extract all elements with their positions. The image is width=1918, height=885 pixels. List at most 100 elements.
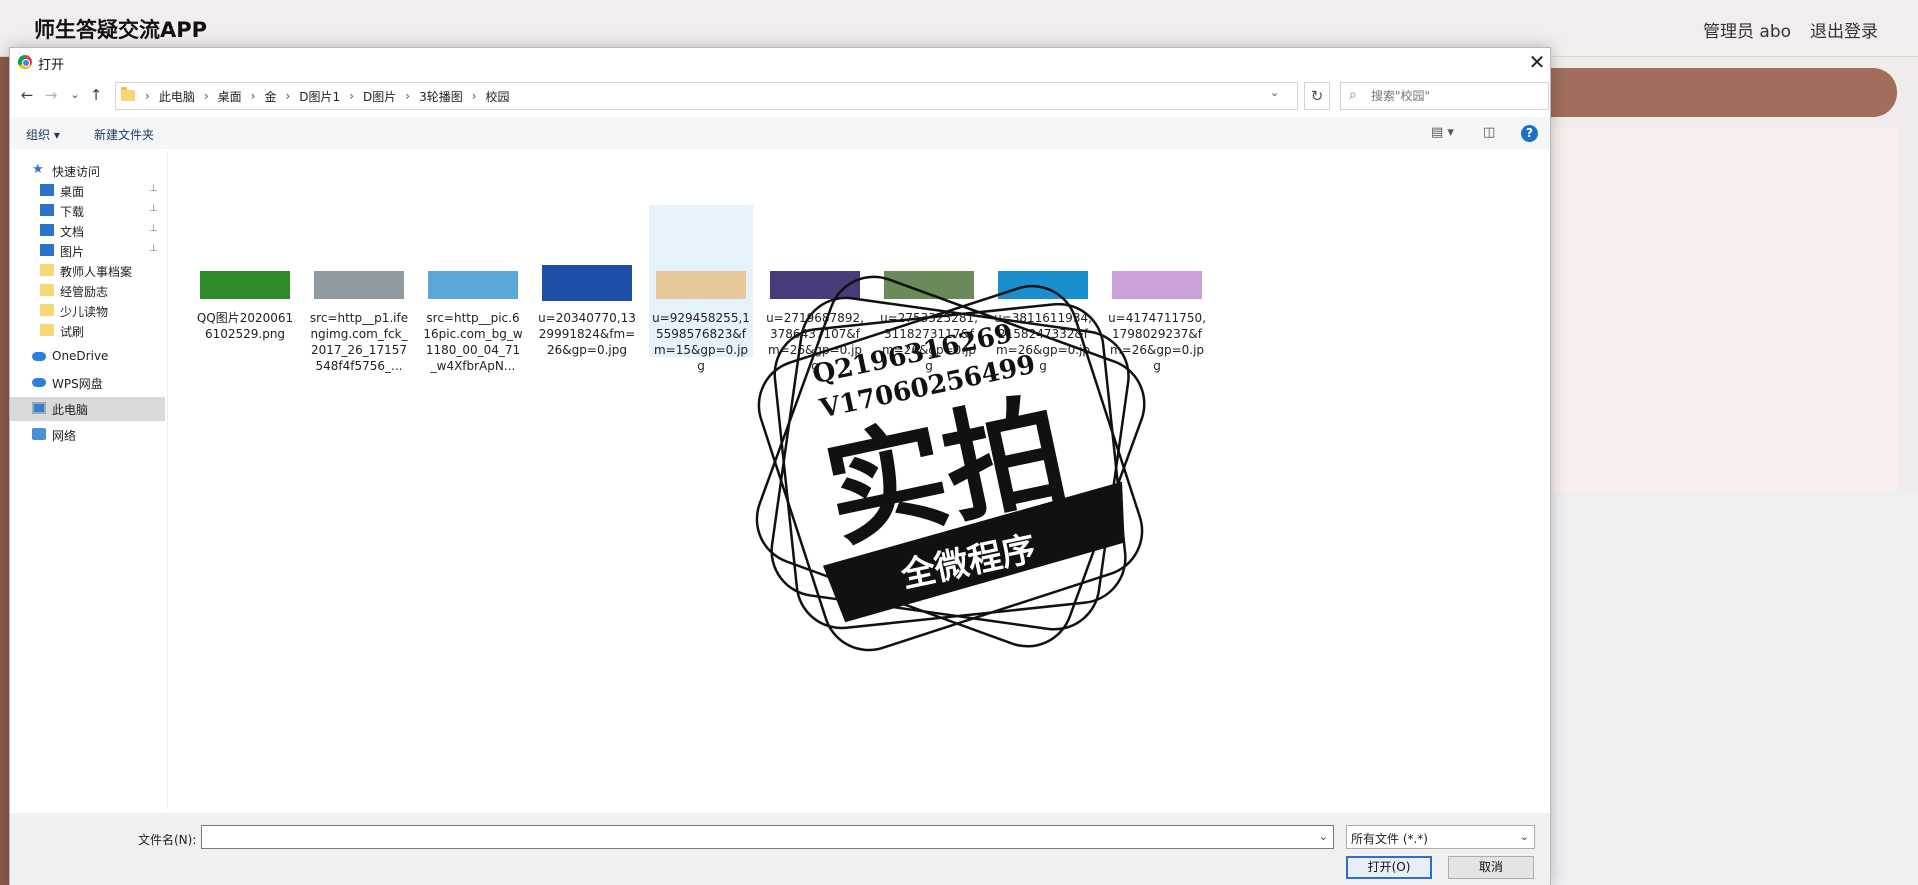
computer-icon — [32, 402, 46, 414]
pane-divider[interactable] — [167, 151, 168, 809]
file-thumbnail — [1112, 271, 1202, 299]
search-icon: ⌕ — [1349, 87, 1357, 103]
breadcrumb-separator[interactable]: › — [285, 89, 290, 103]
search-input[interactable] — [1371, 87, 1541, 105]
app-banner — [1500, 68, 1897, 117]
sidebar-item-label: 快速访问 — [52, 165, 101, 179]
dialog-title: 打开 — [38, 58, 65, 73]
download-icon — [40, 204, 54, 216]
sidebar-item[interactable]: 此电脑 — [10, 397, 165, 421]
close-icon[interactable]: ✕ — [1526, 51, 1548, 73]
sidebar-item-label: 文档 — [60, 225, 85, 239]
search-box[interactable]: ⌕ — [1340, 82, 1549, 110]
file-thumbnail — [998, 271, 1088, 299]
command-bar: 组织 ▾ 新建文件夹 ▤ ▾ ◫ ? — [10, 117, 1550, 149]
sidebar-item-label: 下载 — [60, 205, 85, 219]
file-item[interactable]: u=2719687892,3786437107&fm=26&gp=0.jpg — [763, 205, 867, 373]
breadcrumb-item[interactable]: D图片 — [363, 88, 396, 105]
file-thumbnail — [770, 271, 860, 299]
folder-icon — [40, 284, 54, 296]
file-thumbnail — [542, 265, 632, 301]
app-lower-area — [1551, 492, 1918, 885]
pin-icon: ⊥ — [149, 243, 158, 254]
breadcrumb-item[interactable]: D图片1 — [299, 88, 340, 105]
file-thumbnail — [884, 271, 974, 299]
folder-icon — [40, 304, 54, 316]
file-item[interactable]: src=http__pic.616pic.com_bg_w1180_00_04_… — [421, 205, 525, 373]
chevron-down-icon[interactable]: ⌄ — [1270, 86, 1279, 99]
chevron-down-icon[interactable]: ⌄ — [1319, 830, 1328, 843]
recent-locations-button[interactable]: ⌄ — [66, 85, 84, 105]
file-item[interactable]: QQ图片20200616102529.png — [193, 205, 297, 357]
file-name: u=3811611934,2158247332&fm=26&gp=0.jpg — [994, 311, 1092, 373]
breadcrumb-separator[interactable]: › — [472, 89, 477, 103]
sidebar-item-label: 经管励志 — [60, 285, 109, 299]
file-name: u=20340770,1329991824&fm=26&gp=0.jpg — [538, 311, 636, 357]
file-thumbnail — [314, 271, 404, 299]
logout-link[interactable]: 退出登录 — [1810, 17, 1878, 42]
preview-pane-icon[interactable]: ◫ — [1483, 125, 1495, 140]
forward-button[interactable]: → — [42, 85, 60, 105]
file-name: u=4174711750,1798029237&fm=26&gp=0.jpg — [1108, 311, 1206, 373]
file-item[interactable]: u=929458255,15598576823&fm=15&gp=0.jpg — [649, 205, 753, 373]
file-item[interactable]: u=3811611934,2158247332&fm=26&gp=0.jpg — [991, 205, 1095, 373]
organize-menu[interactable]: 组织 ▾ — [26, 126, 60, 143]
sidebar-item[interactable]: WPS网盘 — [10, 371, 165, 395]
breadcrumb-separator[interactable]: › — [145, 89, 150, 103]
chrome-icon — [18, 55, 32, 69]
dialog-titlebar: 打开 ✕ — [10, 48, 1550, 77]
pin-icon: ⊥ — [149, 203, 158, 214]
cloud-icon — [32, 352, 46, 361]
file-name: u=2753325281,3118273117&fm=26&gp=0.jpg — [880, 311, 978, 373]
network-icon — [32, 428, 46, 440]
app-left-strip — [0, 57, 9, 885]
cancel-button[interactable]: 取消 — [1448, 856, 1534, 879]
sidebar-item-label: 试刷 — [60, 325, 85, 339]
new-folder-button[interactable]: 新建文件夹 — [94, 126, 154, 143]
refresh-button[interactable]: ↻ — [1304, 82, 1330, 110]
picture-icon — [40, 244, 54, 256]
sidebar-item-label: WPS网盘 — [52, 377, 103, 391]
navigation-pane: ★ 快速访问 桌面 ⊥ 下载 ⊥ 文档 ⊥ 图片 ⊥ 教师人事档案 经管励志 少儿读物 试刷 OneDriv… — [10, 151, 165, 809]
file-name: src=http__p1.ifengimg.com_fck_2017_26_17… — [309, 311, 409, 373]
desktop-icon — [40, 184, 54, 196]
file-list: QQ图片20200616102529.png src=http__p1.ifeng… — [170, 151, 1550, 809]
file-type-select[interactable]: 所有文件 (*.*) ⌄ — [1346, 825, 1535, 849]
breadcrumb-separator[interactable]: › — [204, 89, 209, 103]
dialog-footer: 文件名(N): ⌄ 所有文件 (*.*) ⌄ 打开(O) 取消 — [10, 813, 1550, 885]
file-item[interactable]: src=http__p1.ifengimg.com_fck_2017_26_17… — [307, 205, 411, 373]
breadcrumb-separator[interactable]: › — [251, 89, 256, 103]
breadcrumb-item[interactable]: 桌面 — [218, 88, 242, 105]
folder-icon — [40, 324, 54, 336]
open-button[interactable]: 打开(O) — [1346, 856, 1432, 879]
help-icon[interactable]: ? — [1521, 125, 1538, 142]
file-name: QQ图片20200616102529.png — [196, 311, 294, 341]
sidebar-item-label: 此电脑 — [52, 403, 89, 417]
file-name-input[interactable]: ⌄ — [201, 825, 1334, 849]
admin-user-link[interactable]: 管理员 abo — [1703, 17, 1791, 42]
file-name: src=http__pic.616pic.com_bg_w1180_00_04_… — [423, 311, 523, 373]
breadcrumb-item[interactable]: 3轮播图 — [419, 88, 463, 105]
file-item[interactable]: u=20340770,1329991824&fm=26&gp=0.jpg — [535, 205, 639, 357]
address-bar[interactable]: › 此电脑 › 桌面 › 金 › D图片1 › D图片 › 3轮播图 › 校园 ⌄ — [115, 82, 1298, 110]
cloud-icon — [32, 378, 46, 387]
sidebar-item[interactable]: 试刷 — [10, 319, 165, 343]
folder-icon — [40, 264, 54, 276]
sidebar-item[interactable]: 网络 — [10, 423, 165, 447]
document-icon — [40, 224, 54, 236]
breadcrumb-item[interactable]: 金 — [264, 88, 276, 105]
breadcrumb-item[interactable]: 此电脑 — [159, 88, 195, 105]
navigation-bar: ← → ⌄ ↑ › 此电脑 › 桌面 › 金 › D图片1 › D图片 › 3轮播图 › 校园 ⌄ ↻ ⌕ — [10, 77, 1550, 113]
file-item[interactable]: u=4174711750,1798029237&fm=26&gp=0.jpg — [1105, 205, 1209, 373]
view-options-icon[interactable]: ▤ ▾ — [1431, 125, 1454, 140]
back-button[interactable]: ← — [18, 85, 36, 105]
file-open-dialog: 打开 ✕ ← → ⌄ ↑ › 此电脑 › 桌面 › 金 › D图片1 › D图片 › 3轮播图 › 校园 … — [9, 47, 1551, 885]
file-name: u=2719687892,3786437107&fm=26&gp=0.jpg — [766, 311, 864, 373]
up-button[interactable]: ↑ — [87, 85, 105, 105]
file-thumbnail — [656, 271, 746, 299]
breadcrumb-item[interactable]: 校园 — [486, 88, 510, 105]
breadcrumb-separator[interactable]: › — [349, 89, 354, 103]
file-item[interactable]: u=2753325281,3118273117&fm=26&gp=0.jpg — [877, 205, 981, 373]
breadcrumb-separator[interactable]: › — [405, 89, 410, 103]
sidebar-item[interactable]: OneDrive — [10, 345, 165, 369]
